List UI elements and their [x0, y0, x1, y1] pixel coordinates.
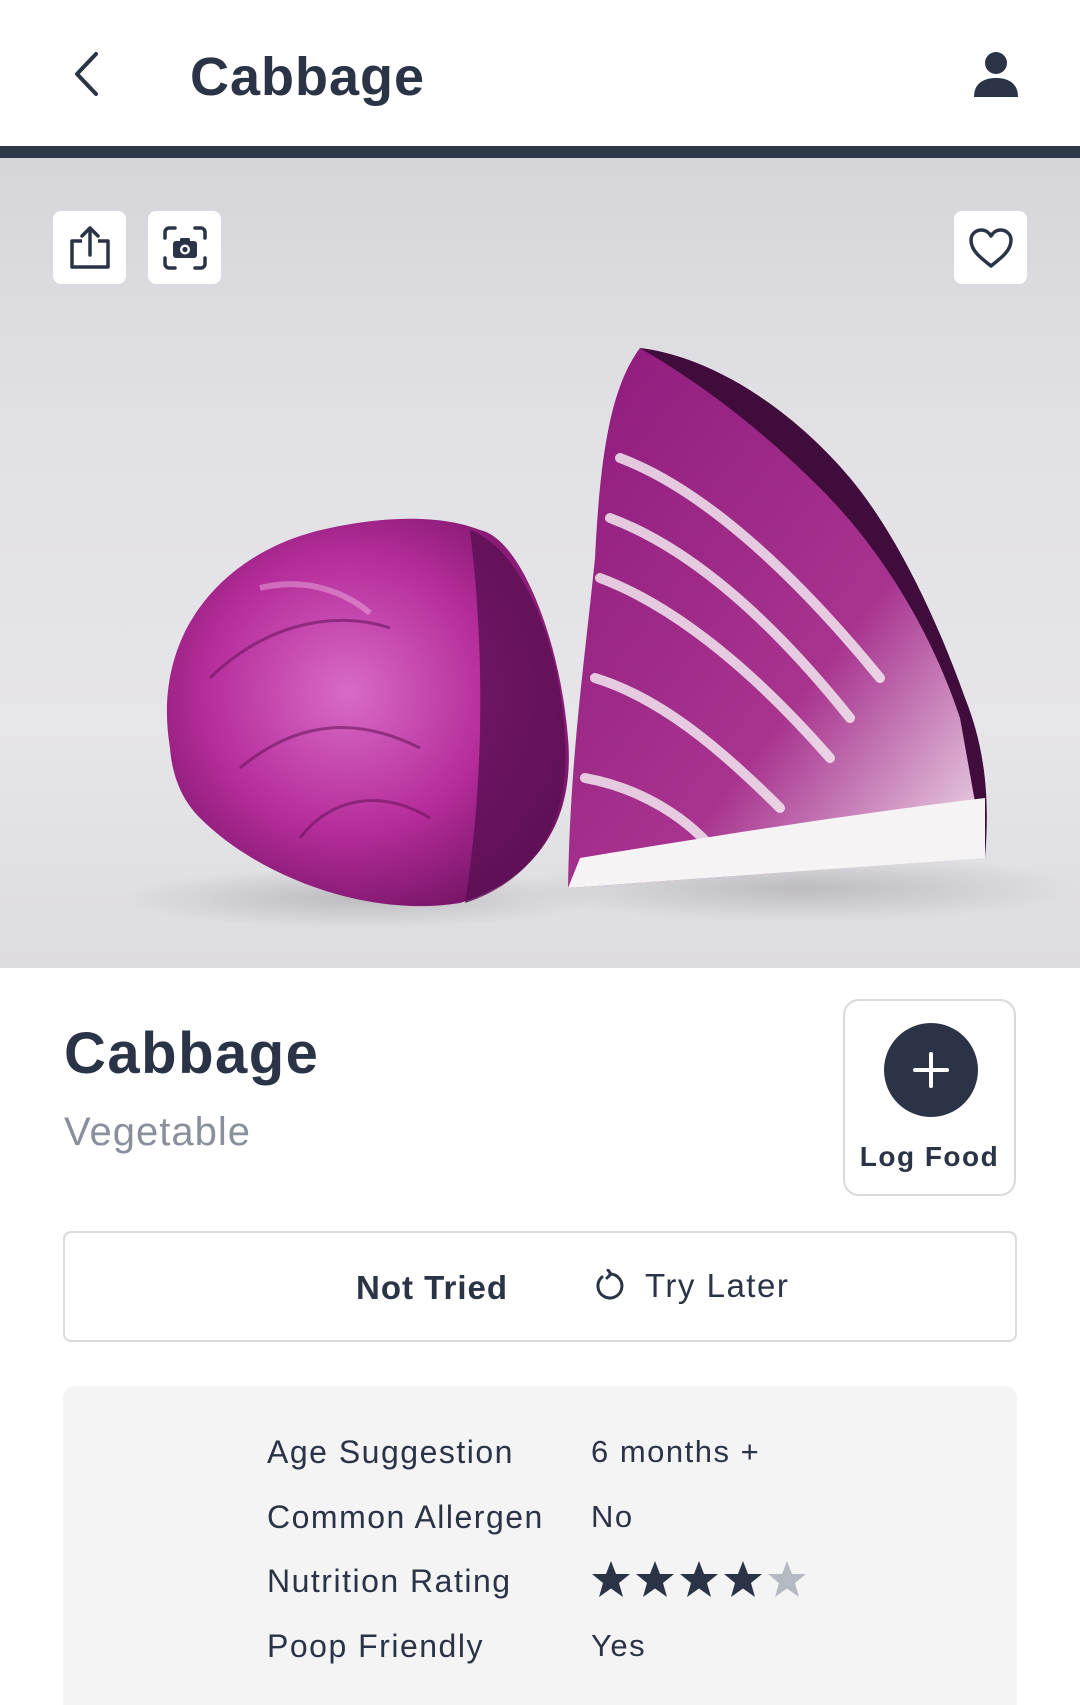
food-name: Cabbage [64, 1021, 320, 1086]
back-button[interactable] [62, 44, 110, 104]
log-food-button[interactable]: Log Food [843, 999, 1016, 1196]
try-later-label: Try Later [645, 1267, 790, 1304]
food-image [0, 158, 1080, 968]
try-later-option[interactable]: Try Later [593, 1263, 789, 1309]
star-filled-icon [592, 1561, 630, 1597]
star-filled-icon [680, 1561, 718, 1597]
age-suggestion-label: Age Suggestion [267, 1434, 514, 1470]
poop-friendly-row: Poop Friendly Yes [267, 1628, 967, 1678]
age-suggestion-value: 6 months + [591, 1434, 761, 1469]
nutrition-rating-label: Nutrition Rating [267, 1563, 512, 1599]
poop-friendly-value: Yes [591, 1628, 647, 1663]
star-filled-icon [636, 1561, 674, 1597]
share-icon [69, 225, 110, 269]
try-status-bar: Not Tried Try Later [63, 1231, 1017, 1342]
common-allergen-value: No [591, 1499, 634, 1534]
nutrition-rating-row: Nutrition Rating [267, 1561, 967, 1613]
nutrition-rating-stars [591, 1559, 807, 1599]
page-title: Cabbage [190, 47, 426, 107]
age-suggestion-row: Age Suggestion 6 months + [267, 1434, 967, 1484]
refresh-icon [596, 1269, 624, 1300]
profile-button[interactable] [966, 44, 1026, 104]
camera-icon [162, 225, 207, 270]
heart-icon [968, 227, 1013, 268]
common-allergen-label: Common Allergen [267, 1499, 544, 1535]
user-icon [974, 52, 1018, 97]
share-button[interactable] [53, 211, 126, 284]
common-allergen-row: Common Allergen No [267, 1499, 967, 1549]
camera-button[interactable] [148, 211, 221, 284]
star-filled-icon [724, 1561, 762, 1597]
food-category: Vegetable [64, 1110, 251, 1154]
not-tried-option[interactable]: Not Tried [356, 1269, 508, 1307]
poop-friendly-label: Poop Friendly [267, 1628, 484, 1664]
log-food-label: Log Food [859, 1141, 1000, 1172]
app-header: Cabbage [0, 0, 1080, 146]
header-divider [0, 146, 1080, 158]
food-details-panel: Age Suggestion 6 months + Common Allerge… [63, 1386, 1017, 1705]
chevron-left-icon [75, 52, 98, 96]
plus-icon [884, 1023, 978, 1117]
star-empty-icon [768, 1561, 806, 1597]
favorite-button[interactable] [954, 211, 1027, 284]
